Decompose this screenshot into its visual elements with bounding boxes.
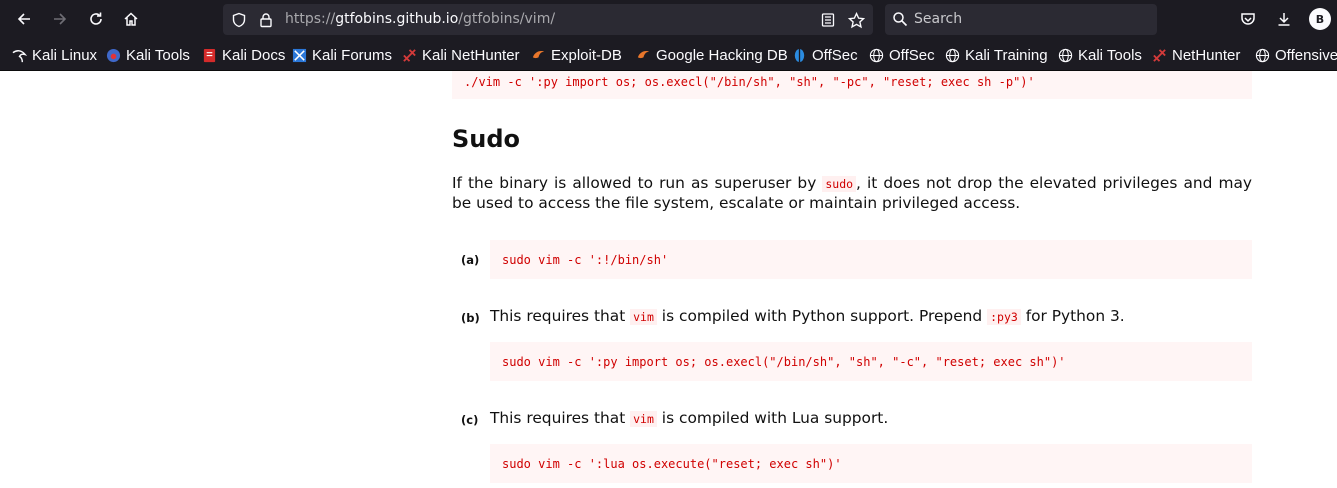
inline-code-py3: :py3: [987, 309, 1021, 325]
nethunter-icon: [1152, 48, 1167, 63]
code-block-a: sudo vim -c ':!/bin/sh': [490, 240, 1252, 279]
bookmark-kali-docs[interactable]: Kali Docs: [202, 46, 285, 64]
bookmark-nethunter[interactable]: NetHunter: [1152, 46, 1240, 64]
inline-code-sudo: sudo: [822, 176, 857, 192]
back-arrow-icon: [17, 13, 30, 25]
bookmark-kali-forums[interactable]: Kali Forums: [292, 46, 392, 64]
bookmark-offsec-globe[interactable]: OffSec: [869, 46, 935, 64]
pocket-button[interactable]: [1236, 7, 1260, 31]
item-label-b: (b): [461, 311, 480, 325]
bookmark-offensive[interactable]: Offensive: [1255, 46, 1337, 64]
downloads-button[interactable]: [1272, 7, 1296, 31]
url-path: /gtfobins/vim/: [458, 11, 556, 27]
lock-icon[interactable]: [257, 11, 275, 29]
kali-tools-icon: [106, 48, 121, 63]
bookmark-exploit-db[interactable]: Exploit-DB: [531, 46, 622, 64]
download-icon: [1278, 13, 1290, 26]
item-label-a: (a): [461, 253, 480, 267]
offsec-icon: [792, 48, 807, 63]
section-title-sudo: Sudo: [452, 125, 521, 153]
bookmark-star-icon[interactable]: [847, 11, 865, 29]
item-text-b: This requires that vim is compiled with …: [490, 307, 1125, 325]
bookmark-google-hacking-db[interactable]: Google Hacking DB: [636, 46, 788, 64]
globe-icon: [945, 48, 960, 63]
exploit-db-icon: [531, 48, 546, 63]
code-block-suid: ./vim -c ':py import os; os.execl("/bin/…: [452, 71, 1252, 99]
kali-forums-icon: [292, 48, 307, 63]
bookmark-kali-training[interactable]: Kali Training: [945, 46, 1048, 64]
url-text[interactable]: https://gtfobins.github.io/gtfobins/vim/: [285, 11, 555, 27]
inline-code-vim: vim: [630, 411, 657, 427]
account-avatar[interactable]: B: [1309, 8, 1331, 30]
reload-button[interactable]: [84, 7, 108, 31]
code-block-b: sudo vim -c ':py import os; os.execl("/b…: [490, 342, 1252, 381]
bookmarks-bar: Kali Linux Kali Tools Kali Docs Kali For…: [0, 39, 1337, 71]
globe-icon: [1255, 48, 1270, 63]
globe-icon: [1058, 48, 1073, 63]
search-icon: [892, 11, 910, 29]
kali-docs-icon: [202, 48, 217, 63]
kali-dragon-icon: [12, 48, 28, 63]
page-content: ./vim -c ':py import os; os.execl("/bin/…: [0, 71, 1337, 488]
item-label-c: (c): [461, 413, 479, 427]
nethunter-icon: [402, 48, 417, 63]
search-placeholder: Search: [914, 11, 963, 27]
forward-button[interactable]: [48, 7, 72, 31]
search-bar[interactable]: Search: [885, 4, 1157, 35]
pocket-icon: [1241, 13, 1255, 25]
inline-code-vim: vim: [630, 309, 657, 325]
bookmark-kali-tools[interactable]: Kali Tools: [106, 46, 190, 64]
sudo-description: If the binary is allowed to run as super…: [452, 174, 1252, 212]
url-prefix: https://: [285, 11, 336, 27]
browser-toolbar: https://gtfobins.github.io/gtfobins/vim/…: [0, 0, 1337, 39]
bookmark-kali-nethunter[interactable]: Kali NetHunter: [402, 46, 520, 64]
back-button[interactable]: [12, 7, 36, 31]
ghdb-icon: [636, 48, 651, 63]
bookmark-kali-tools-globe[interactable]: Kali Tools: [1058, 46, 1142, 64]
bookmark-kali-linux[interactable]: Kali Linux: [12, 46, 97, 64]
reader-view-icon[interactable]: [819, 11, 837, 29]
reload-icon: [90, 12, 102, 25]
forward-arrow-icon: [54, 13, 67, 25]
url-bar[interactable]: https://gtfobins.github.io/gtfobins/vim/: [223, 4, 873, 35]
tracking-protection-shield-icon[interactable]: [230, 11, 248, 29]
globe-icon: [869, 48, 884, 63]
home-icon: [124, 12, 138, 26]
home-button[interactable]: [119, 7, 143, 31]
url-host: gtfobins.github.io: [335, 11, 459, 27]
code-block-c: sudo vim -c ':lua os.execute("reset; exe…: [490, 444, 1252, 483]
item-text-c: This requires that vim is compiled with …: [490, 409, 889, 427]
bookmark-offsec[interactable]: OffSec: [792, 46, 858, 64]
